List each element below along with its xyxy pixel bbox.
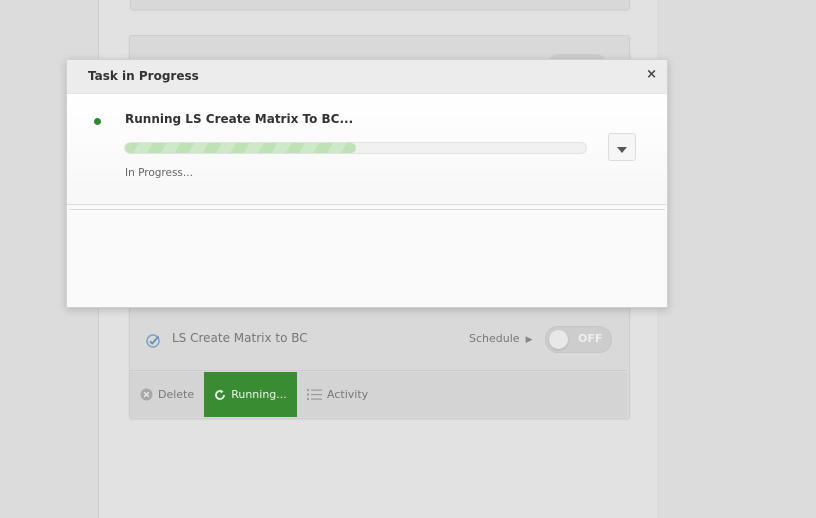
toggle-label: OFF [578,332,603,345]
task-name: LS Create Matrix to BC [172,331,308,345]
progress-bar [124,142,587,154]
schedule-label: Schedule [469,332,520,345]
delete-button[interactable]: Delete [140,372,194,417]
schedule-link[interactable]: Schedule ▶ [469,332,532,345]
list-icon [307,388,322,401]
modal-header: Task in Progress × [67,60,667,94]
x-circle-icon [140,388,153,401]
progress-fill [125,143,356,153]
right-panel [657,0,816,518]
modal-divider [69,209,665,210]
task-progress-modal: Task in Progress × Running LS Create Mat… [66,59,668,308]
running-button[interactable]: Running... [204,372,297,417]
schedule-toggle[interactable]: OFF [545,326,612,353]
task-row[interactable]: LS Create Matrix to BC Schedule ▶ OFF [130,312,627,371]
chevron-down-icon [617,138,627,157]
delete-label: Delete [158,388,195,401]
modal-title: Task in Progress [88,69,199,83]
activity-button[interactable]: Activity [307,372,368,417]
toggle-knob [549,330,568,349]
task-action-bar: Delete Running... Activity [130,372,627,417]
close-icon[interactable]: × [646,67,657,82]
refresh-icon [214,389,226,401]
status-dot [94,118,101,125]
previous-task-card [130,0,630,10]
progress-status-text: In Progress... [125,167,193,179]
running-task-title: Running LS Create Matrix To BC... [125,112,354,126]
play-arrow-icon: ▶ [525,335,533,345]
check-circle-icon [145,333,161,349]
expand-button[interactable] [608,133,636,161]
task-progress-item: Running LS Create Matrix To BC... In Pro… [67,94,667,205]
activity-label: Activity [327,388,369,401]
running-label: Running... [231,388,287,401]
